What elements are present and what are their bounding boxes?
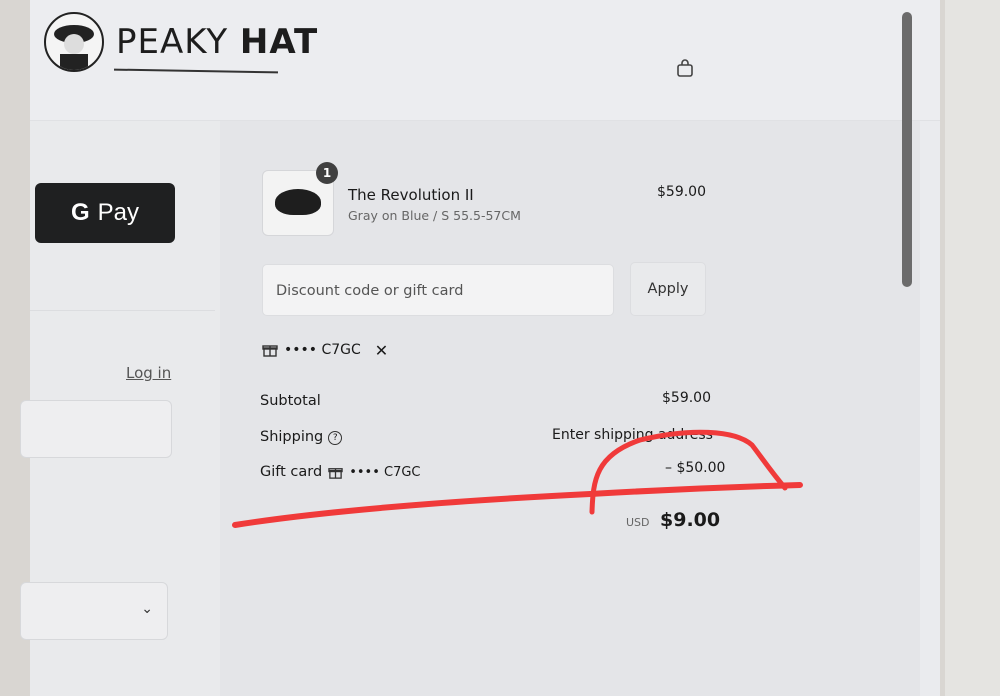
gift-icon <box>262 345 278 357</box>
help-icon[interactable]: ? <box>328 431 343 445</box>
login-link[interactable]: Log in <box>126 364 171 382</box>
shopping-bag-icon[interactable] <box>675 58 695 78</box>
contact-input[interactable] <box>20 400 172 458</box>
background-surface <box>945 0 1000 696</box>
google-pay-button[interactable]: G Pay <box>35 183 175 243</box>
applied-code: •••• C7GC <box>284 342 361 358</box>
discount-code-input[interactable]: Discount code or gift card <box>262 264 614 316</box>
apply-button[interactable]: Apply <box>630 262 706 316</box>
google-g-icon: G <box>70 199 90 226</box>
shipping-label: Shipping <box>260 429 324 445</box>
subtotal-label: Subtotal <box>260 393 321 409</box>
chevron-down-icon: ⌄ <box>141 601 153 617</box>
product-name: The Revolution II <box>348 186 474 204</box>
applied-gift-card-chip: •••• C7GC ✕ <box>262 332 388 368</box>
divider <box>30 310 215 311</box>
gpay-label: Pay <box>97 199 140 226</box>
shipping-row: Shipping? <box>260 429 343 445</box>
gift-card-label: Gift card <box>260 464 323 480</box>
brand-name-light: PEAKY <box>116 22 229 62</box>
total-value: $9.00 <box>660 509 721 531</box>
country-select[interactable]: ⌄ <box>20 582 168 640</box>
scrollbar-thumb[interactable] <box>902 12 912 287</box>
gift-card-row: Gift card •••• C7GC <box>260 464 421 480</box>
brand-logo[interactable]: PEAKY HAT <box>44 12 318 72</box>
gift-card-value: – $50.00 <box>665 460 726 476</box>
brand-name: PEAKY HAT <box>116 22 318 62</box>
total-currency: USD <box>626 516 650 529</box>
header: PEAKY HAT <box>30 0 940 121</box>
shipping-value: Enter shipping address <box>552 427 713 443</box>
hat-image <box>275 189 321 215</box>
gift-card-code: •••• C7GC <box>349 464 421 480</box>
brand-name-bold: HAT <box>239 22 319 62</box>
checkout-page: PEAKY HAT G Pay Log in ⌄ 1 The Revolutio… <box>20 0 940 696</box>
remove-code-icon[interactable]: ✕ <box>375 341 388 360</box>
logo-badge-icon <box>44 12 104 72</box>
product-variant: Gray on Blue / S 55.5-57CM <box>348 208 521 223</box>
product-price: $59.00 <box>657 184 706 200</box>
quantity-badge: 1 <box>316 162 338 184</box>
subtotal-value: $59.00 <box>662 390 711 406</box>
gift-icon <box>328 467 343 479</box>
